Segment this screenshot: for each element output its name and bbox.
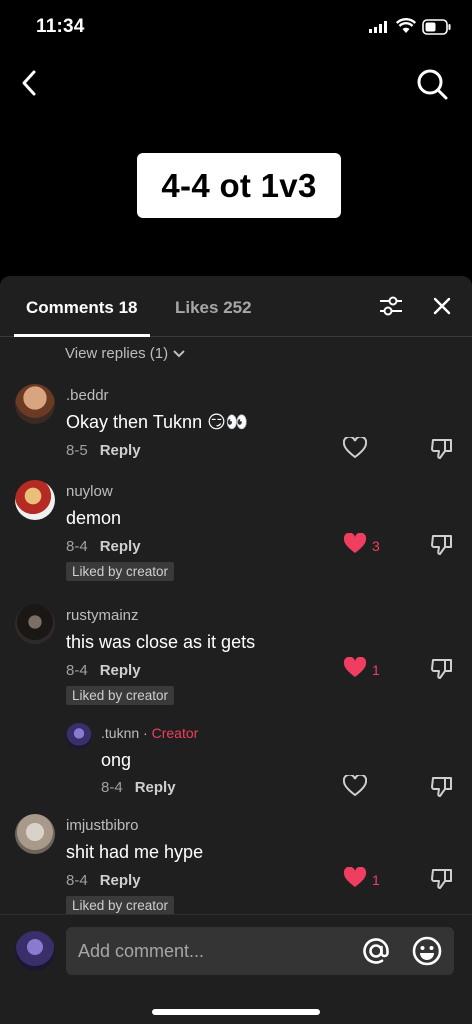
comment-username[interactable]: rustymainz <box>66 607 139 624</box>
view-replies-label: View replies (1) <box>65 345 169 362</box>
comment-date: 8-4 <box>101 779 123 796</box>
comment-username[interactable]: .beddr <box>66 387 109 404</box>
creator-separator: · <box>143 725 148 741</box>
comments-sheet: Comments 18 Likes 252 View replies (1) .… <box>0 276 472 1024</box>
avatar[interactable] <box>15 384 55 424</box>
comment-username[interactable]: .tuknn <box>101 725 139 741</box>
tab-likes[interactable]: Likes 252 <box>175 298 252 318</box>
heart-icon[interactable] <box>343 657 367 679</box>
heart-icon[interactable] <box>343 437 367 459</box>
tab-comments[interactable]: Comments 18 <box>26 298 137 318</box>
comment-username[interactable]: nuylow <box>66 483 113 500</box>
heart-icon[interactable] <box>343 533 367 555</box>
dislike-icon[interactable] <box>430 657 454 681</box>
back-icon[interactable] <box>18 68 42 98</box>
avatar[interactable] <box>15 604 55 644</box>
active-tab-indicator <box>14 334 150 337</box>
like-count: 3 <box>372 538 380 554</box>
battery-icon <box>422 19 451 35</box>
comment-username[interactable]: imjustbibro <box>66 817 139 834</box>
comment-date: 8-4 <box>66 662 88 679</box>
creator-label: Creator <box>151 725 199 741</box>
heart-icon[interactable] <box>343 867 367 889</box>
heart-icon[interactable] <box>343 775 367 797</box>
comment-meta: 8-5 Reply <box>66 442 141 459</box>
dislike-icon[interactable] <box>430 533 454 557</box>
comment-text: demon <box>66 508 122 528</box>
avatar[interactable] <box>15 480 55 520</box>
close-icon[interactable] <box>432 296 452 316</box>
status-bar: 11:34 <box>0 0 472 56</box>
avatar[interactable] <box>15 814 55 854</box>
liked-by-creator-badge: Liked by creator <box>66 562 175 581</box>
comment-meta: 8-4 Reply <box>101 779 176 796</box>
reply-button[interactable]: Reply <box>135 779 176 796</box>
reply-button[interactable]: Reply <box>100 662 141 679</box>
liked-by-creator-badge: Liked by creator <box>66 686 175 705</box>
view-replies-link[interactable]: View replies (1) <box>65 345 186 362</box>
comment-text: ong <box>101 750 132 770</box>
avatar[interactable] <box>66 723 92 749</box>
comment-date: 8-5 <box>66 442 88 459</box>
comment-meta: 8-4 Reply <box>66 662 141 679</box>
reply-button[interactable]: Reply <box>100 442 141 459</box>
comment-composer <box>0 914 472 1024</box>
search-icon[interactable] <box>414 66 450 102</box>
reply-button[interactable]: Reply <box>100 538 141 555</box>
video-title-card: 4-4 ot 1v3 <box>137 153 341 218</box>
tab-bar: Comments 18 Likes 252 <box>0 276 472 337</box>
wifi-icon <box>396 18 416 33</box>
home-indicator <box>152 1009 320 1015</box>
comment-text: this was close as it gets <box>66 632 256 652</box>
comment-text: shit had me hype <box>66 842 204 862</box>
liked-by-creator-badge: Liked by creator <box>66 896 175 915</box>
emoji-icon[interactable] <box>411 935 443 967</box>
reply-button[interactable]: Reply <box>100 872 141 889</box>
dislike-icon[interactable] <box>430 867 454 891</box>
chevron-down-icon <box>173 349 185 357</box>
dislike-icon[interactable] <box>430 775 454 799</box>
comment-date: 8-4 <box>66 872 88 889</box>
add-comment-input[interactable] <box>66 927 454 975</box>
comment-text: Okay then Tuknn 😏👀 <box>66 412 249 432</box>
comment-date: 8-4 <box>66 538 88 555</box>
cellular-signal-icon <box>369 21 387 33</box>
like-count: 1 <box>372 662 380 678</box>
comment-meta: 8-4 Reply <box>66 872 141 889</box>
mention-icon[interactable] <box>360 935 392 967</box>
filter-icon[interactable] <box>378 294 404 318</box>
status-time: 11:34 <box>36 16 85 37</box>
like-count: 1 <box>372 872 380 888</box>
avatar <box>15 931 55 971</box>
comment-meta: 8-4 Reply <box>66 538 141 555</box>
reply-username-line: .tuknn · Creator <box>101 725 198 741</box>
dislike-icon[interactable] <box>430 437 454 461</box>
